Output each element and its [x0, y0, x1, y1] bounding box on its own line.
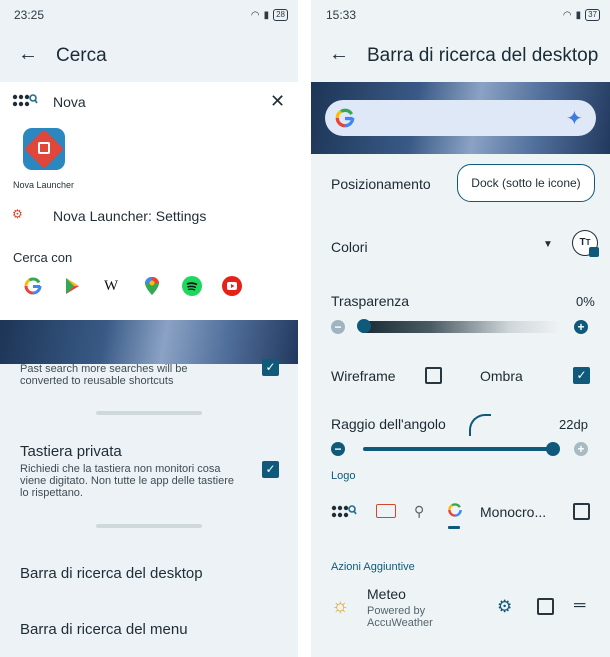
clear-search-icon[interactable]: ✕: [270, 91, 285, 112]
monochrome-checkbox[interactable]: [573, 503, 590, 520]
transparency-increase-button[interactable]: +: [574, 320, 588, 334]
status-time: 23:25: [14, 8, 45, 22]
status-icons: ◠ ▮ 28: [251, 9, 288, 21]
wifi-icon: ◠: [250, 9, 260, 21]
corner-radius-label: Raggio dell'angolo: [331, 416, 446, 432]
positioning-select[interactable]: Dock (sotto le icone): [457, 164, 595, 202]
maps-icon[interactable]: [144, 276, 160, 296]
corner-radius-slider[interactable]: [363, 447, 553, 451]
corner-increase-button[interactable]: +: [574, 442, 588, 456]
spotify-icon[interactable]: [182, 276, 202, 296]
youtube-icon[interactable]: [222, 276, 242, 296]
back-arrow-icon[interactable]: ←: [329, 43, 349, 66]
wikipedia-icon[interactable]: W: [104, 278, 118, 295]
shadow-checkbox[interactable]: ✓: [573, 367, 590, 384]
search-bar-preview: ✦: [311, 82, 610, 154]
app-result-label[interactable]: Nova Launcher: [13, 180, 74, 190]
search-logo-option-icon[interactable]: ⚲: [414, 503, 424, 520]
gemini-sparkle-icon[interactable]: ✦: [566, 106, 583, 131]
notification-icon: ▮: [263, 9, 270, 21]
panel-divider: [298, 0, 311, 657]
status-icons: ◠ ▮ 37: [563, 9, 600, 21]
google-g-icon: [334, 107, 356, 129]
search-results-sheet: Nova ✕ Nova Launcher ⚙ Nova Launcher: Se…: [0, 82, 298, 320]
nova-launcher-app-icon[interactable]: [23, 128, 65, 170]
corner-radius-value: 22dp: [559, 417, 588, 432]
shortcuts-description: Past search more searches will be conver…: [20, 363, 188, 387]
sheet-handle[interactable]: [96, 411, 202, 415]
transparency-decrease-button[interactable]: −: [331, 320, 345, 334]
menu-search-bar-item[interactable]: Barra di ricerca del menu: [20, 621, 188, 638]
corner-radius-icon: [469, 414, 491, 436]
status-time: 15:33: [326, 8, 357, 22]
weather-provider: AccuWeather: [367, 617, 433, 629]
corner-radius-slider-thumb[interactable]: [546, 442, 560, 456]
selected-logo-indicator: [448, 526, 460, 529]
nova-search-logo-icon: [12, 93, 38, 109]
shortcuts-checkbox[interactable]: ✓: [262, 359, 279, 376]
corner-decrease-button[interactable]: −: [331, 442, 345, 456]
positioning-label: Posizionamento: [331, 176, 431, 192]
back-arrow-icon[interactable]: ←: [18, 43, 38, 66]
weather-powered-by: Powered by: [367, 605, 426, 617]
weather-title: Meteo: [367, 586, 406, 602]
transparency-slider[interactable]: [361, 321, 559, 333]
settings-gear-icon: ⚙: [12, 207, 23, 221]
search-with-label: Cerca con: [13, 250, 73, 265]
transparency-slider-thumb[interactable]: [357, 319, 371, 333]
search-query[interactable]: Nova: [53, 94, 86, 110]
battery-level: 28: [273, 9, 288, 21]
sun-icon: ☼: [331, 595, 350, 617]
nova-logo-option-icon[interactable]: [331, 504, 357, 520]
wireframe-checkbox[interactable]: [425, 367, 442, 384]
google-logo-option-icon[interactable]: [447, 502, 463, 518]
logo-label: Logo: [331, 470, 356, 482]
settings-result[interactable]: Nova Launcher: Settings: [53, 208, 206, 224]
preview-search-bar[interactable]: ✦: [325, 100, 596, 136]
shadow-label: Ombra: [480, 368, 523, 384]
text-color-icon[interactable]: TT: [572, 230, 599, 257]
battery-level: 37: [585, 9, 600, 21]
private-keyboard-checkbox[interactable]: ✓: [262, 461, 279, 478]
desktop-search-bar-screen: 15:33 ◠ ▮ 37 ← Barra di ricerca del desk…: [311, 0, 610, 657]
keyboard-logo-option-icon[interactable]: [376, 504, 396, 518]
extra-actions-label: Azioni Aggiuntive: [331, 561, 415, 573]
page-title: Barra di ricerca del desktop: [367, 45, 599, 66]
drag-handle-icon[interactable]: ═: [574, 597, 585, 615]
private-keyboard-title: Tastiera privata: [20, 443, 122, 460]
wireframe-label: Wireframe: [331, 368, 396, 384]
weather-checkbox[interactable]: [537, 598, 554, 615]
monochrome-label: Monocro...: [480, 504, 547, 520]
google-icon[interactable]: [23, 276, 43, 296]
weather-settings-gear-icon[interactable]: ⚙: [497, 597, 512, 617]
chevron-down-icon[interactable]: ▼: [543, 239, 553, 250]
colors-label: Colori: [331, 239, 368, 255]
search-screen: 23:25 ◠ ▮ 28 ← Cerca Nova ✕ Nova Launche…: [0, 0, 298, 657]
transparency-label: Trasparenza: [331, 293, 410, 309]
private-keyboard-description: Richiedi che la tastiera non monitori co…: [20, 463, 235, 499]
play-store-icon[interactable]: [62, 276, 82, 296]
sheet-handle-2[interactable]: [96, 524, 202, 528]
wifi-icon: ◠: [562, 9, 572, 21]
page-title: Cerca: [56, 45, 107, 66]
transparency-value: 0%: [576, 294, 595, 309]
desktop-search-bar-item[interactable]: Barra di ricerca del desktop: [20, 565, 203, 582]
notification-icon: ▮: [575, 9, 582, 21]
wallpaper-strip: [0, 320, 298, 364]
